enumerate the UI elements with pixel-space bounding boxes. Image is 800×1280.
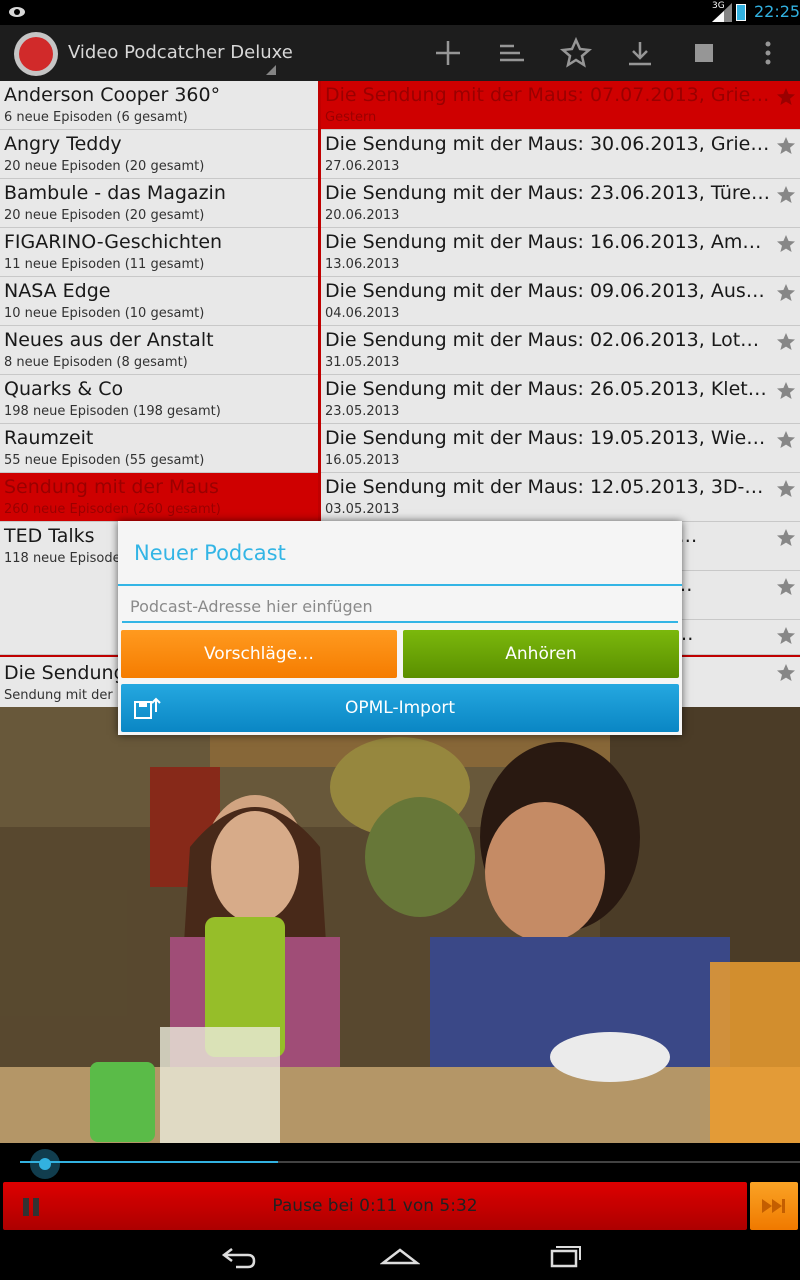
opml-import-label: OPML-Import: [344, 698, 456, 718]
system-nav-bar: [0, 1233, 800, 1280]
suggestions-button[interactable]: Vorschläge…: [121, 630, 397, 678]
recent-apps-icon[interactable]: [543, 1243, 583, 1269]
home-icon[interactable]: [380, 1243, 420, 1269]
opml-import-button[interactable]: OPML-Import: [121, 684, 679, 732]
new-podcast-dialog: Neuer Podcast Vorschläge… Anhören OPML-I…: [118, 521, 682, 735]
dialog-divider: [118, 584, 682, 586]
back-icon[interactable]: [218, 1243, 258, 1269]
podcast-url-input[interactable]: [122, 591, 678, 623]
import-save-icon: [134, 697, 161, 719]
listen-button[interactable]: Anhören: [403, 630, 679, 678]
dialog-title: Neuer Podcast: [134, 541, 286, 565]
